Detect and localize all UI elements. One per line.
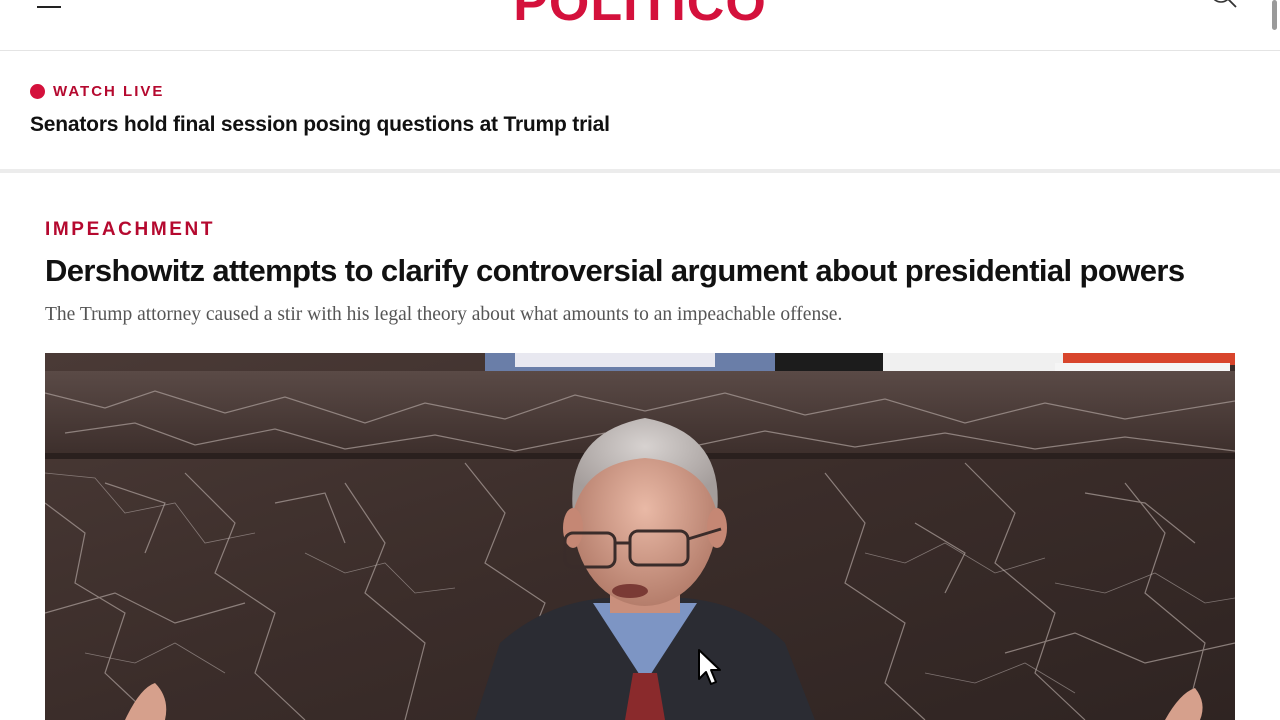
story-headline[interactable]: Dershowitz attempts to clarify controver… bbox=[45, 253, 1185, 289]
story-kicker[interactable]: IMPEACHMENT bbox=[45, 219, 215, 241]
live-dot-icon bbox=[30, 83, 45, 99]
live-banner: WATCH LIVE Senators hold final session p… bbox=[0, 51, 1280, 173]
politico-logo[interactable]: POLITICO bbox=[0, 0, 1280, 26]
live-label[interactable]: WATCH LIVE bbox=[30, 81, 164, 101]
lead-story: IMPEACHMENT Dershowitz attempts to clari… bbox=[0, 173, 1280, 720]
lead-photo[interactable] bbox=[45, 353, 1235, 720]
watch-live-label: WATCH LIVE bbox=[53, 82, 165, 100]
top-nav-bar: POLITICO bbox=[0, 0, 1280, 51]
search-icon[interactable] bbox=[1208, 0, 1240, 14]
logo-wordmark: POLITICO bbox=[515, 0, 765, 26]
scrollbar-thumb[interactable] bbox=[1272, 0, 1277, 30]
logo-text: POLITICO bbox=[515, 0, 765, 26]
photo-illustration bbox=[45, 353, 1235, 720]
story-dek: The Trump attorney caused a stir with hi… bbox=[45, 304, 843, 325]
live-headline-link[interactable]: Senators hold final session posing quest… bbox=[30, 113, 610, 137]
